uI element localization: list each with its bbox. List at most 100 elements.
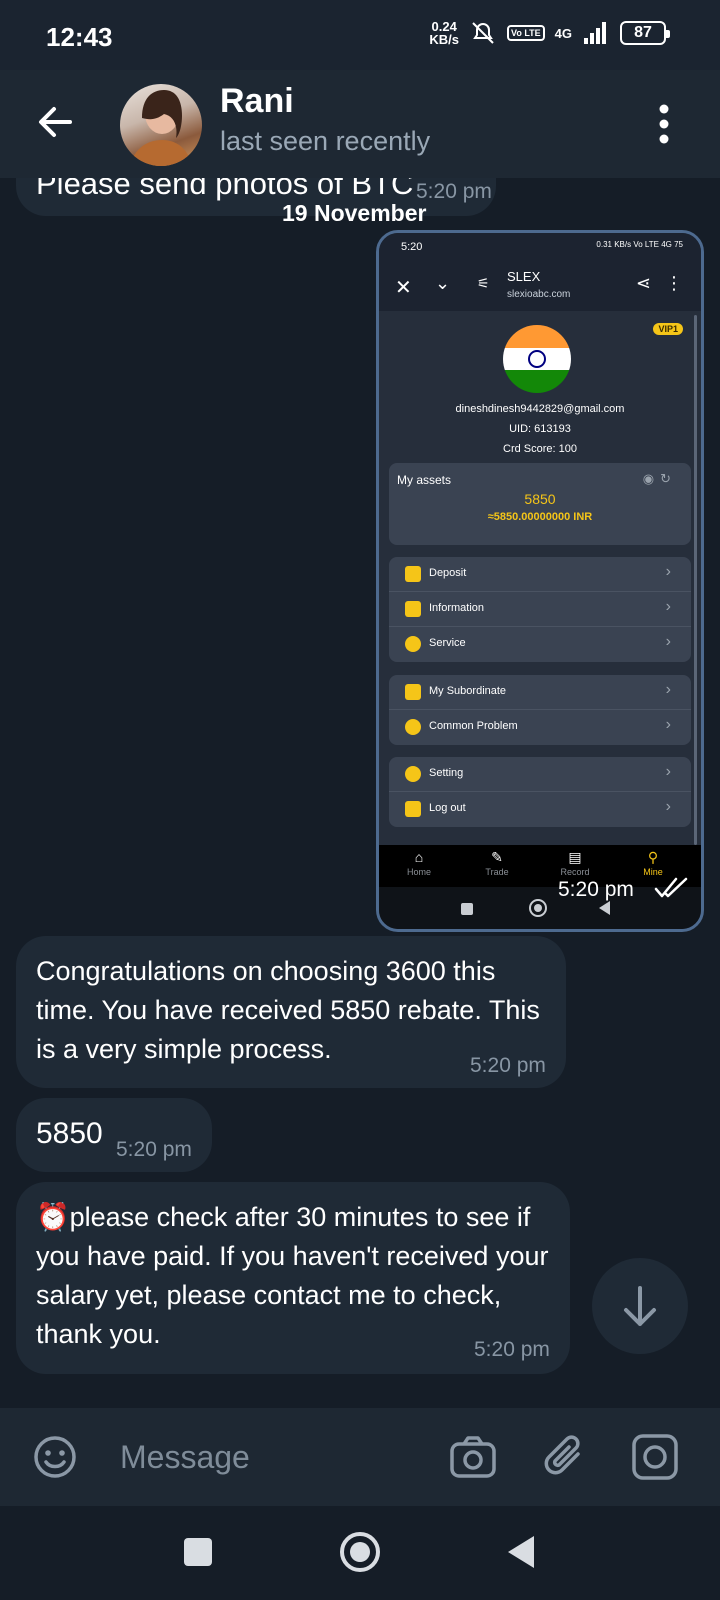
camera-icon[interactable] <box>448 1432 498 1482</box>
tab-trade: ✎ Trade <box>467 849 527 877</box>
message-bubble[interactable]: Congratulations on choosing 3600 this ti… <box>16 936 566 1088</box>
logout-icon <box>405 801 421 817</box>
message-bubble[interactable]: ⏰please check after 30 minutes to see if… <box>16 1182 570 1374</box>
emoji-icon[interactable] <box>32 1434 78 1480</box>
chevron-right-icon: › <box>665 563 671 580</box>
image-message[interactable]: 5:20 0.31 KB/s Vo LTE 4G 75 ✕ ⌄ ⚟ SLEX s… <box>376 230 704 932</box>
vip-badge: VIP1 <box>653 323 683 335</box>
message-text: 5850 <box>36 1117 103 1150</box>
message-time: 5:20 pm <box>474 1338 550 1361</box>
network-speed: 0.24 KB/s <box>429 19 459 47</box>
status-icons: 0.24 KB/s Vo LTE 4G 87 <box>429 19 670 47</box>
home-circle-icon <box>529 899 547 917</box>
shot-assets-card: My assets ◉↻ 5850 ≈5850.00000000 INR <box>389 463 691 545</box>
mail-icon <box>405 601 421 617</box>
person-icon: ⚲ <box>647 849 659 865</box>
assets-label: My assets <box>397 473 452 487</box>
message-text: ⏰please check after 30 minutes to see if… <box>36 1202 549 1349</box>
shot-status-time: 5:20 <box>401 241 423 253</box>
chat-area[interactable]: Please send photos of BTC 5:20 pm 19 Nov… <box>0 178 720 1408</box>
shot-menu-group-2: My Subordinate › Common Problem › <box>389 675 691 745</box>
menu-item-subordinate: My Subordinate › <box>389 675 691 710</box>
shot-credit-score: Crd Score: 100 <box>503 443 577 455</box>
more-vert-icon[interactable] <box>658 104 670 144</box>
home-button[interactable] <box>340 1532 380 1572</box>
shot-browser-bar: ✕ ⌄ ⚟ SLEX slexioabc.com ⋖ ⋮ <box>379 261 701 311</box>
chat-header: Rani last seen recently <box>0 70 720 178</box>
close-icon: ✕ <box>395 277 412 299</box>
arrow-down-icon <box>624 1286 656 1326</box>
shot-tab-bar: ⌂ Home ✎ Trade ▤ Record ⚲ Mine <box>379 845 701 887</box>
chevron-right-icon: › <box>665 716 671 733</box>
more-vert-icon: ⋮ <box>665 273 683 293</box>
status-time: 12:43 <box>46 22 113 52</box>
message-time: 5:20 pm <box>116 1138 192 1161</box>
back-button[interactable] <box>508 1536 534 1568</box>
recents-button[interactable] <box>184 1538 212 1566</box>
shot-nav-bar <box>379 887 701 929</box>
date-separator: 19 November <box>282 200 427 226</box>
shot-email: dineshdinesh9442829@gmail.com <box>455 403 625 415</box>
menu-item-deposit: Deposit › <box>389 557 691 592</box>
status-bar: 12:43 0.24 KB/s Vo LTE 4G 87 <box>0 0 720 70</box>
chevron-right-icon: › <box>665 598 671 615</box>
menu-item-service: Service › <box>389 627 691 662</box>
eye-refresh-icons: ◉↻ <box>642 471 677 486</box>
chevron-right-icon: › <box>665 798 671 815</box>
message-time: 5:20 pm <box>558 878 634 901</box>
gear-icon <box>405 766 421 782</box>
menu-item-common-problem: Common Problem › <box>389 710 691 745</box>
message-bubble[interactable]: 5850 5:20 pm <box>16 1098 212 1172</box>
chevron-right-icon: › <box>665 633 671 650</box>
volte-icon: Vo LTE <box>506 25 545 41</box>
mute-icon <box>472 22 494 44</box>
signal-icon <box>584 22 606 44</box>
hierarchy-icon <box>405 684 421 700</box>
back-triangle-icon <box>599 901 610 915</box>
avatar[interactable] <box>120 84 202 166</box>
record-icon: ▤ <box>568 849 582 865</box>
shot-uid: UID: 613193 <box>509 423 571 435</box>
menu-item-log-out: Log out › <box>389 792 691 827</box>
message-composer <box>0 1408 720 1506</box>
attach-icon[interactable] <box>540 1432 590 1482</box>
shot-site-name: SLEX <box>507 269 541 284</box>
shot-scrollbar <box>694 315 697 845</box>
tab-mine: ⚲ Mine <box>623 849 683 877</box>
double-check-icon <box>654 877 688 898</box>
wallet-icon <box>405 566 421 582</box>
chevron-right-icon: › <box>665 681 671 698</box>
share-icon: ⋖ <box>635 273 651 293</box>
avatar-photo <box>130 90 192 166</box>
contact-name[interactable]: Rani <box>220 82 294 121</box>
tune-icon: ⚟ <box>477 275 490 291</box>
video-message-icon[interactable] <box>630 1432 680 1482</box>
chevron-right-icon: › <box>665 763 671 780</box>
message-time: 5:20 pm <box>470 1054 546 1077</box>
recents-icon <box>461 903 473 915</box>
menu-item-information: Information › <box>389 592 691 627</box>
network-type: 4G <box>554 25 572 41</box>
shot-status-icons: 0.31 KB/s Vo LTE 4G 75 <box>596 240 683 249</box>
contact-status: last seen recently <box>220 126 431 156</box>
message-time: 5:20 pm <box>416 180 492 203</box>
scroll-down-button[interactable] <box>592 1258 688 1354</box>
shot-menu-group-3: Setting › Log out › <box>389 757 691 827</box>
tab-home: ⌂ Home <box>389 849 449 877</box>
question-icon <box>405 719 421 735</box>
shot-page-body: VIP1 dineshdinesh9442829@gmail.com UID: … <box>379 311 701 845</box>
message-text: Congratulations on choosing 3600 this ti… <box>36 956 540 1064</box>
battery-icon: 87 <box>620 21 670 45</box>
home-icon: ⌂ <box>414 849 424 865</box>
menu-item-setting: Setting › <box>389 757 691 792</box>
system-nav-bar <box>0 1506 720 1600</box>
india-flag-icon <box>503 325 571 393</box>
headset-icon <box>405 636 421 652</box>
message-input[interactable] <box>120 1434 420 1480</box>
trade-icon: ✎ <box>491 849 503 865</box>
chevron-down-icon: ⌄ <box>435 273 451 293</box>
tab-record: ▤ Record <box>545 849 605 877</box>
assets-inr: ≈5850.00000000 INR <box>487 511 593 523</box>
shot-menu-group-1: Deposit › Information › Service › <box>389 557 691 662</box>
back-arrow-icon[interactable] <box>34 100 78 144</box>
